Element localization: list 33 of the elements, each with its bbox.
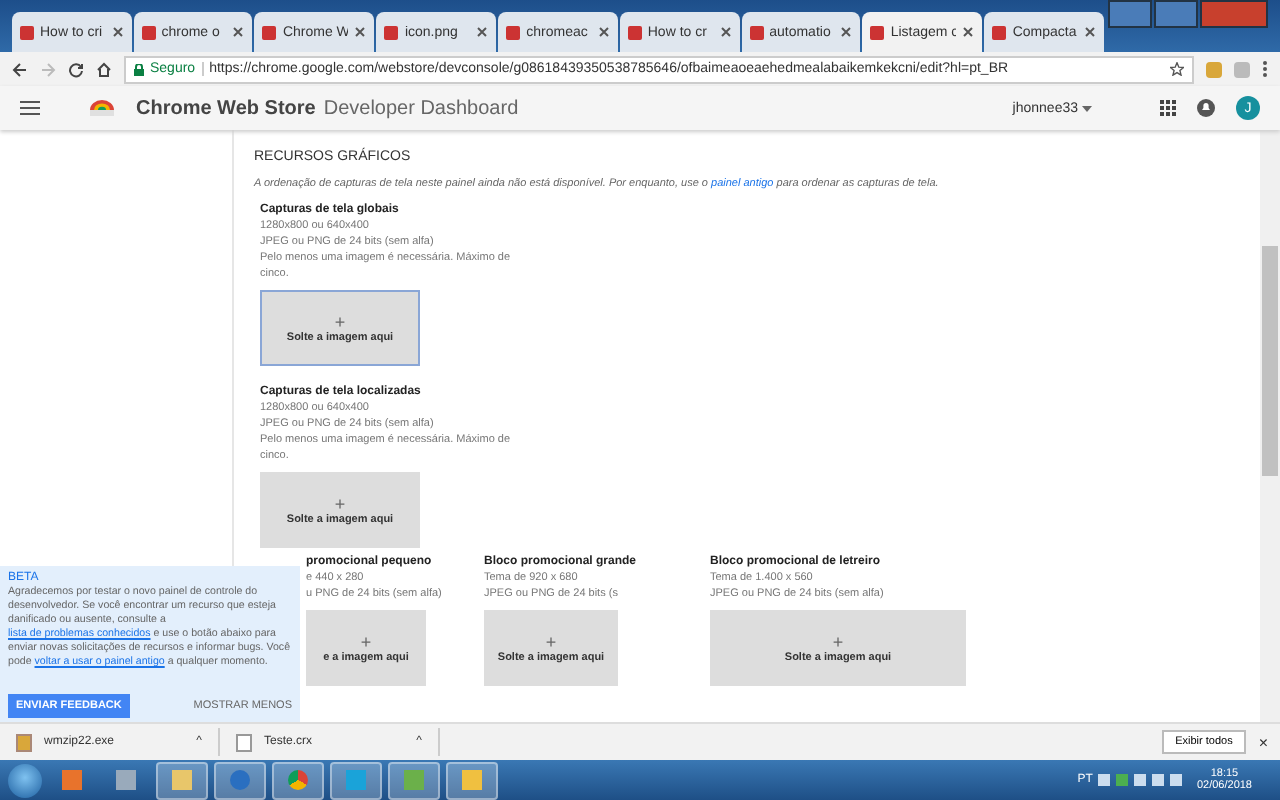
start-button[interactable] [8, 763, 42, 797]
favicon-icon [749, 25, 764, 39]
file-icon [236, 733, 252, 751]
lock-icon [134, 63, 144, 75]
taskbar-app-icon[interactable] [272, 761, 324, 799]
scrollbar-thumb[interactable] [1262, 246, 1278, 476]
taskbar-app-icon[interactable] [446, 761, 498, 799]
menu-icon[interactable] [20, 100, 40, 116]
favicon-icon [20, 25, 34, 39]
star-icon[interactable] [1170, 62, 1184, 76]
taskbar-app-icon[interactable] [330, 761, 382, 799]
favicon-icon [141, 25, 156, 39]
home-icon[interactable] [96, 61, 112, 77]
favicon-icon [262, 25, 277, 39]
notifications-icon[interactable] [1196, 98, 1216, 118]
taskbar-app-icon[interactable] [388, 761, 440, 799]
favicon-icon [384, 25, 399, 39]
favicon-icon [992, 25, 1007, 39]
app-subtitle: Developer Dashboard [323, 97, 519, 119]
close-button[interactable]: × [1258, 733, 1268, 751]
caret-icon[interactable] [1082, 105, 1092, 111]
file-icon [16, 733, 32, 751]
favicon-icon [627, 25, 642, 39]
favicon-icon [870, 25, 885, 39]
reload-icon[interactable] [68, 61, 84, 77]
store-logo-icon [88, 98, 116, 118]
app-title: Chrome Web Store [136, 97, 316, 119]
menu-icon[interactable] [1262, 60, 1268, 78]
taskbar-app-icon[interactable] [214, 761, 266, 799]
taskbar-app-icon[interactable] [156, 761, 208, 799]
favicon-icon [506, 25, 521, 39]
back-icon[interactable] [12, 61, 28, 77]
apps-grid-icon[interactable] [1160, 100, 1176, 116]
